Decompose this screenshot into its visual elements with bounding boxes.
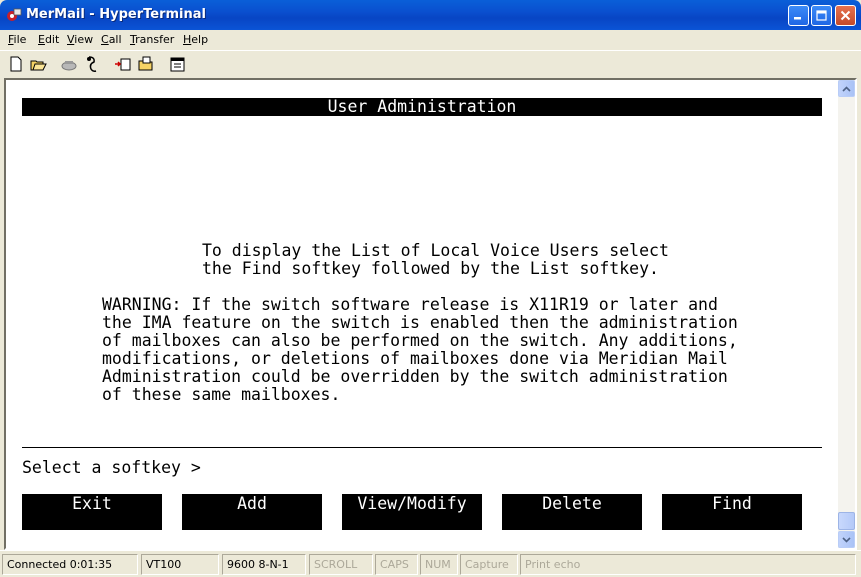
menu-transfer[interactable]: Transfer [130,33,174,46]
minimize-icon [794,17,801,20]
close-button[interactable] [835,5,856,26]
warning-line: of these same mailboxes. [102,385,341,404]
window-title: MerMail - HyperTerminal [26,7,206,22]
warning-line: Administration could be overridden by th… [102,367,728,386]
hyperterminal-icon[interactable] [6,7,22,23]
status-caps: CAPS [375,554,418,575]
scroll-down-button[interactable] [838,531,855,548]
status-num: NUM [420,554,458,575]
menu-edit[interactable]: Edit [38,33,59,46]
receive-icon[interactable] [137,55,155,73]
minimize-button[interactable] [788,5,809,26]
warning-line: modifications, or deletions of mailboxes… [102,349,728,368]
menu-view[interactable]: View [67,33,93,46]
warning-line: the IMA feature on the switch is enabled… [102,313,738,332]
close-icon [840,10,851,21]
softkey-add[interactable]: Add [182,494,322,530]
status-emulation: VT100 [141,554,219,575]
softkey-view-modify[interactable]: View/Modify [342,494,482,530]
status-scroll: SCROLL [309,554,373,575]
new-icon[interactable] [7,55,25,73]
open-icon[interactable] [29,55,47,73]
maximize-button[interactable] [811,5,832,26]
menu-file[interactable]: File [8,33,26,46]
properties-icon[interactable] [168,55,186,73]
scroll-up-button[interactable] [838,80,855,97]
maximize-icon [816,10,827,21]
status-connected: Connected 0:01:35 [2,554,138,575]
softkey-exit[interactable]: Exit [22,494,162,530]
scroll-thumb[interactable] [838,512,855,530]
status-capture: Capture [460,554,518,575]
screen-header: User Administration [22,98,822,116]
status-settings: 9600 8-N-1 [222,554,306,575]
softkey-find[interactable]: Find [662,494,802,530]
menu-call[interactable]: Call [101,33,122,46]
toolbar [0,50,861,77]
warning-line: of mailboxes can also be performed on th… [102,331,738,350]
instruction-line: To display the List of Local Voice Users… [202,241,669,260]
instruction-line: the Find softkey followed by the List so… [202,259,659,278]
send-icon[interactable] [114,55,132,73]
connect-icon[interactable] [60,55,78,73]
vertical-scrollbar[interactable] [838,80,855,548]
status-print-echo: Print echo [520,554,856,575]
divider [22,447,822,448]
menu-help[interactable]: Help [183,33,208,46]
warning-line: WARNING: If the switch software release … [102,295,718,314]
softkey-prompt: Select a softkey > [22,458,201,477]
chevron-up-icon [842,85,851,92]
menu-bar: File Edit View Call Transfer Help [0,30,861,50]
status-bar: Connected 0:01:35 VT100 9600 8-N-1 SCROL… [0,550,861,577]
title-bar: MerMail - HyperTerminal [0,0,861,30]
disconnect-icon[interactable] [83,55,101,73]
terminal-screen[interactable]: User Administration To display the List … [16,82,836,546]
chevron-down-icon [842,536,851,543]
softkey-delete[interactable]: Delete [502,494,642,530]
